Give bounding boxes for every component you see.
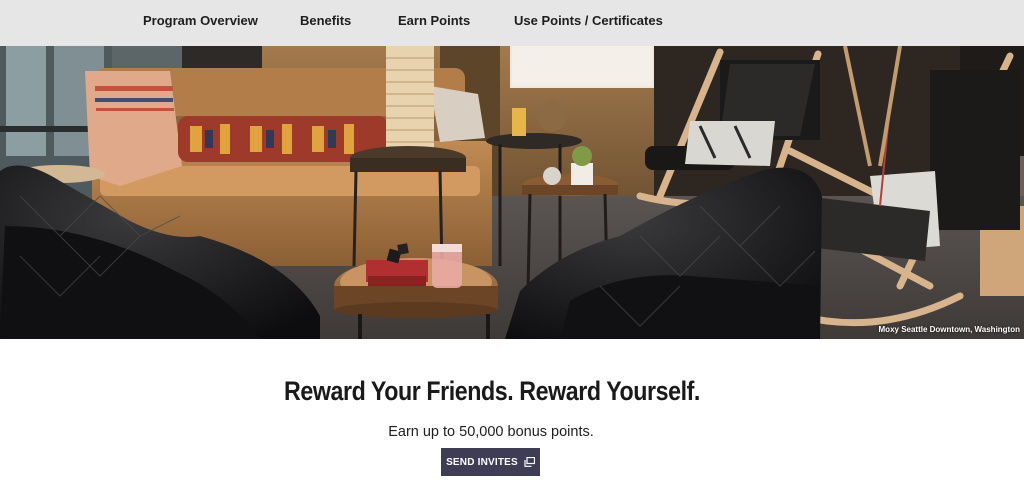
hero-image: Moxy Seattle Downtown, Washington <box>0 46 1024 339</box>
top-navigation: Program Overview Benefits Earn Points Us… <box>0 0 1024 46</box>
external-window-icon <box>524 456 536 467</box>
bonus-points-subline: Earn up to 50,000 bonus points. <box>388 424 594 440</box>
send-invites-button[interactable]: SEND INVITES <box>441 448 540 476</box>
hotel-lounge-photo <box>0 46 1024 339</box>
page-headline: Reward Your Friends. Reward Yourself. <box>284 376 700 406</box>
hero-caption: Moxy Seattle Downtown, Washington <box>878 325 1020 334</box>
nav-earn-points[interactable]: Earn Points <box>398 0 470 44</box>
nav-program-overview[interactable]: Program Overview <box>143 0 258 44</box>
nav-use-points-certificates[interactable]: Use Points / Certificates <box>514 0 663 44</box>
send-invites-label: SEND INVITES <box>446 456 518 468</box>
nav-benefits[interactable]: Benefits <box>300 0 351 44</box>
